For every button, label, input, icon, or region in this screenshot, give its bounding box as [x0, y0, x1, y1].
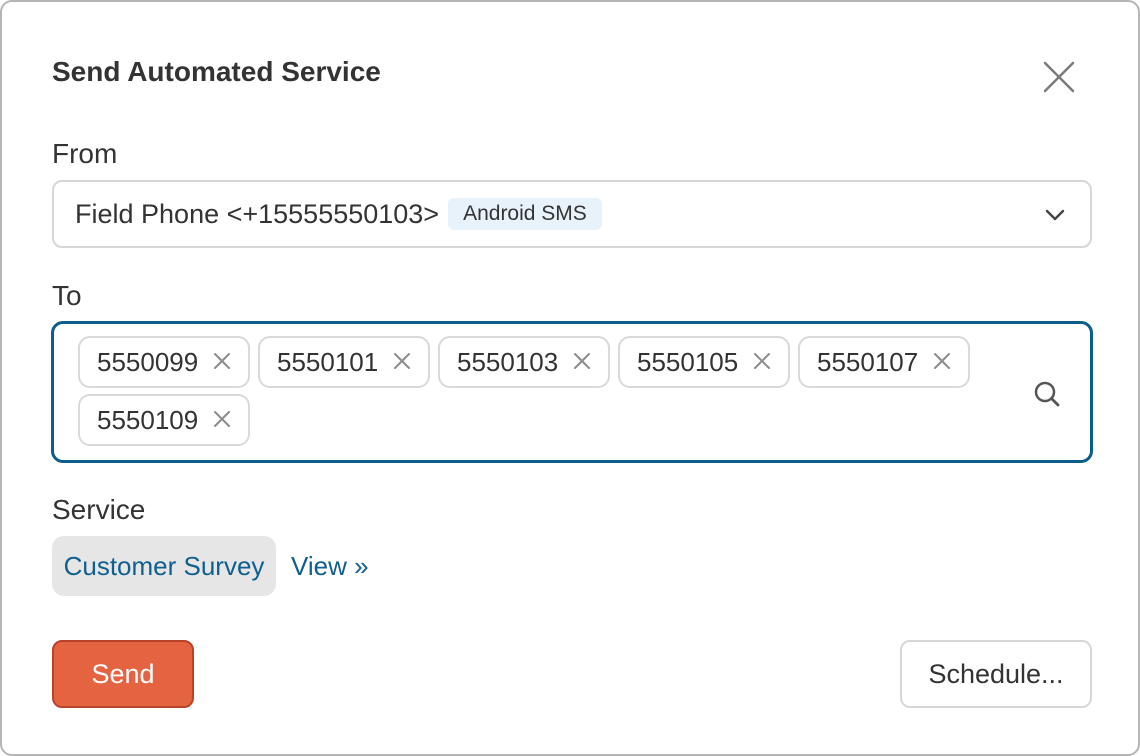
remove-recipient-button[interactable] — [392, 351, 412, 371]
recipient-tag-label: 5550101 — [277, 346, 379, 377]
remove-recipient-button[interactable] — [752, 351, 772, 371]
recipient-tag-label: 5550099 — [97, 346, 199, 377]
recipient-tag-label: 5550107 — [817, 346, 919, 377]
recipient-tag: 5550103 — [438, 336, 610, 388]
recipient-tag: 5550101 — [258, 336, 430, 388]
close-icon — [214, 353, 230, 369]
send-automated-service-dialog: Send Automated Service From Field Phone … — [0, 0, 1140, 756]
remove-recipient-button[interactable] — [572, 351, 592, 371]
search-icon — [1034, 381, 1060, 407]
service-label: Service — [52, 494, 146, 525]
dialog-title: Send Automated Service — [52, 56, 381, 87]
remove-recipient-button[interactable] — [212, 409, 232, 429]
schedule-button[interactable]: Schedule... — [900, 640, 1092, 708]
send-button[interactable]: Send — [52, 640, 194, 708]
recipient-tag-label: 5550109 — [97, 404, 199, 435]
recipient-tag: 5550099 — [78, 336, 250, 388]
from-label: From — [52, 138, 118, 169]
remove-recipient-button[interactable] — [932, 351, 952, 371]
close-icon — [934, 353, 950, 369]
close-icon — [574, 353, 590, 369]
recipient-tags: 5550099 5550101 5550103 5550105 5550107 … — [78, 336, 998, 446]
recipient-tag: 5550105 — [618, 336, 790, 388]
chevron-down-icon — [1045, 209, 1065, 221]
recipient-tag: 5550109 — [78, 394, 250, 446]
view-service-link[interactable]: View » — [291, 550, 369, 582]
to-label: To — [52, 280, 82, 311]
close-icon — [1043, 61, 1075, 93]
recipient-tag-label: 5550105 — [637, 346, 739, 377]
close-button[interactable] — [1040, 58, 1078, 96]
close-icon — [394, 353, 410, 369]
from-selected-value: Field Phone <+15555550103> — [75, 198, 440, 229]
selected-service-chip[interactable]: Customer Survey — [52, 536, 276, 596]
from-channel-badge: Android SMS — [448, 198, 602, 230]
dropdown-toggle[interactable] — [1044, 204, 1066, 226]
recipients-input[interactable]: 5550099 5550101 5550103 5550105 5550107 … — [51, 321, 1093, 463]
recipient-search-button[interactable] — [1032, 379, 1062, 409]
close-icon — [214, 411, 230, 427]
from-select[interactable]: Field Phone <+15555550103> Android SMS — [52, 180, 1092, 248]
remove-recipient-button[interactable] — [212, 351, 232, 371]
recipient-tag-label: 5550103 — [457, 346, 559, 377]
close-icon — [754, 353, 770, 369]
recipient-tag: 5550107 — [798, 336, 970, 388]
